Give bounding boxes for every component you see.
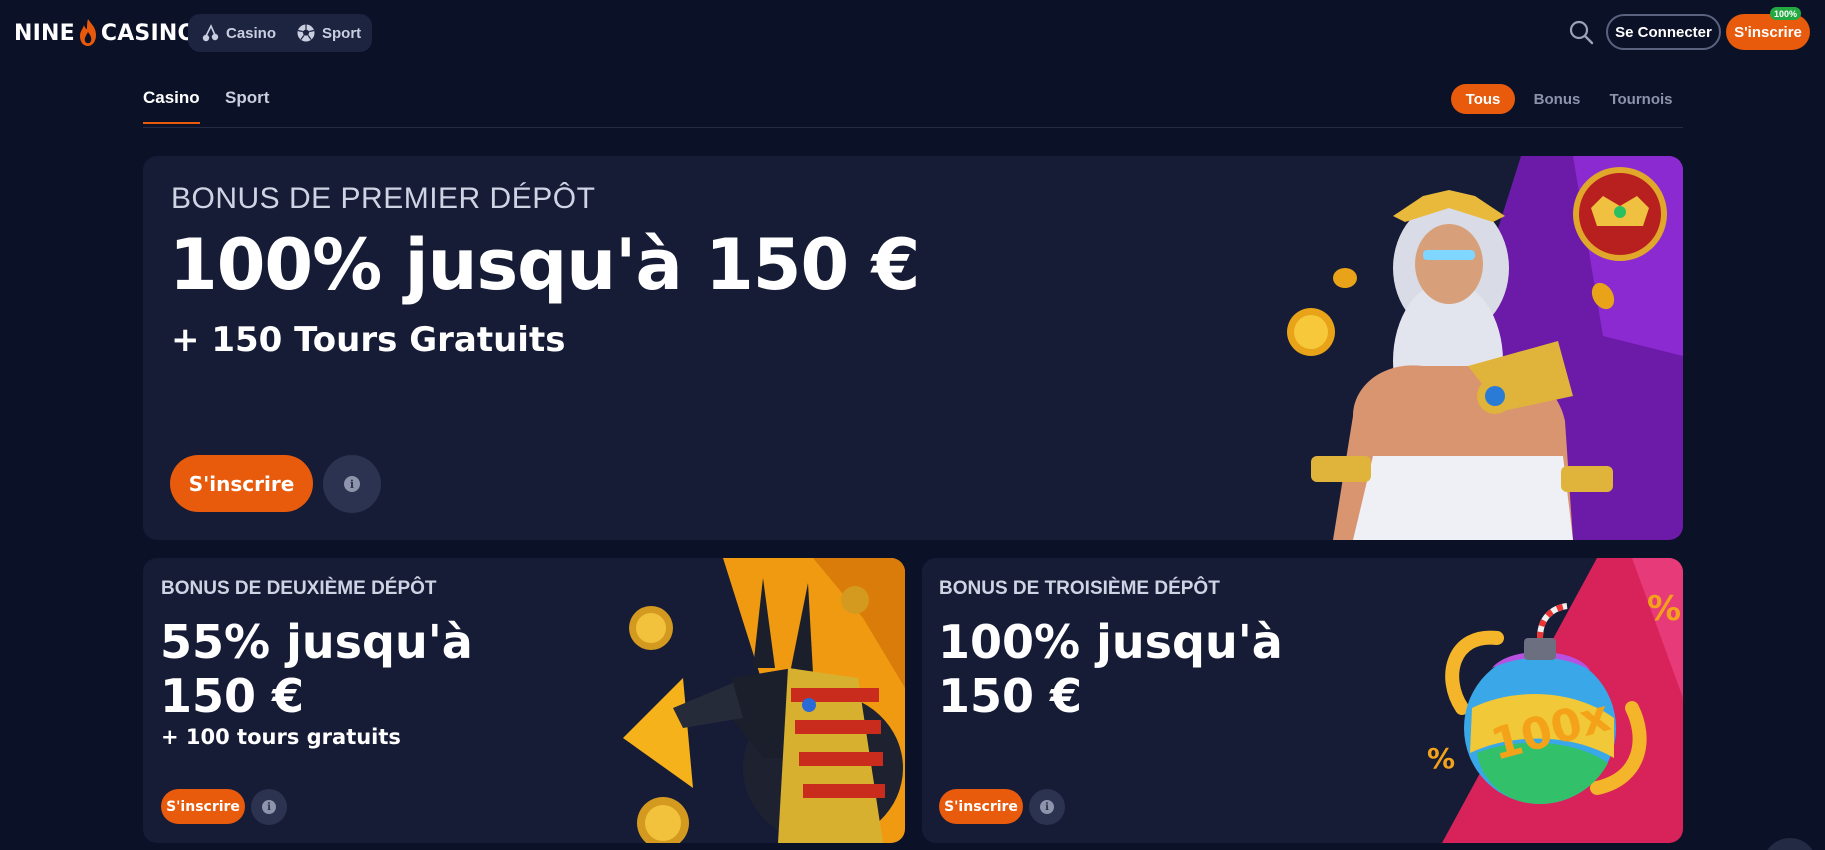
- cherries-icon: [202, 24, 219, 42]
- info-button-first[interactable]: i: [323, 455, 381, 513]
- info-icon: i: [1040, 800, 1054, 814]
- promo-eyebrow: BONUS DE PREMIER DÉPÔT: [171, 182, 596, 215]
- filter-tournaments[interactable]: Tournois: [1603, 84, 1679, 114]
- flame-logo-icon: [79, 19, 96, 46]
- signup-button-header[interactable]: S'inscrire: [1726, 14, 1810, 50]
- bomb-artwork: % % 100x: [1427, 558, 1683, 843]
- search-icon[interactable]: [1568, 19, 1594, 45]
- promo-headline-line2: 150 €: [160, 669, 305, 723]
- promo-eyebrow: BONUS DE TROISIÈME DÉPÔT: [939, 578, 1220, 599]
- promo-headline-line1: 55% jusqu'à: [160, 615, 473, 669]
- info-icon: i: [262, 800, 276, 814]
- promo-subtitle: + 100 tours gratuits: [161, 725, 401, 749]
- promotions-subnav: Casino Sport Tous Bonus Tournois: [143, 80, 1683, 128]
- info-button-second[interactable]: i: [251, 789, 287, 825]
- toggle-sport-label: Sport: [322, 24, 362, 42]
- svg-text:%: %: [1647, 589, 1681, 629]
- logo-text-right: CASINO: [100, 20, 197, 46]
- anubis-artwork: [623, 558, 905, 843]
- zeus-artwork: [1287, 156, 1683, 540]
- logo-text-left: NINE: [14, 20, 75, 46]
- promo-headline-line1: 100% jusqu'à: [938, 615, 1283, 669]
- info-button-third[interactable]: i: [1029, 789, 1065, 825]
- promo-card-third-deposit: % % 100x BONUS DE TROISIÈME DÉPÔT 100% j…: [922, 558, 1683, 843]
- promo-headline: 100% jusqu'à 150 €: [169, 224, 920, 306]
- toggle-sport[interactable]: Sport: [290, 23, 367, 43]
- svg-text:%: %: [1427, 742, 1455, 775]
- signup-bonus-badge: 100%: [1770, 7, 1802, 20]
- scroll-to-top-button[interactable]: [1763, 838, 1817, 850]
- toggle-casino[interactable]: Casino: [194, 23, 282, 43]
- promo-subtitle: + 150 Tours Gratuits: [171, 320, 566, 360]
- promo-eyebrow: BONUS DE DEUXIÈME DÉPÔT: [161, 578, 437, 599]
- toggle-casino-label: Casino: [226, 24, 277, 42]
- promo-card-second-deposit: BONUS DE DEUXIÈME DÉPÔT 55% jusqu'à 150 …: [143, 558, 905, 843]
- signup-button-third[interactable]: S'inscrire: [939, 789, 1023, 824]
- site-logo[interactable]: NINE CASINO: [14, 18, 196, 48]
- filter-all[interactable]: Tous: [1451, 84, 1515, 114]
- tab-sport[interactable]: Sport: [225, 88, 269, 122]
- product-toggle: Casino Sport: [188, 14, 372, 52]
- filter-bonus[interactable]: Bonus: [1525, 84, 1589, 114]
- tab-casino[interactable]: Casino: [143, 88, 200, 124]
- promo-card-first-deposit: BONUS DE PREMIER DÉPÔT 100% jusqu'à 150 …: [143, 156, 1683, 540]
- signup-button-first[interactable]: S'inscrire: [170, 455, 313, 512]
- signup-button-second[interactable]: S'inscrire: [161, 789, 245, 824]
- login-button[interactable]: Se Connecter: [1606, 14, 1721, 50]
- info-icon: i: [344, 476, 360, 492]
- soccer-ball-icon: [297, 24, 315, 42]
- promo-headline-line2: 150 €: [938, 669, 1083, 723]
- top-header: NINE CASINO Casino Sport Se Connecter S'…: [0, 0, 1825, 64]
